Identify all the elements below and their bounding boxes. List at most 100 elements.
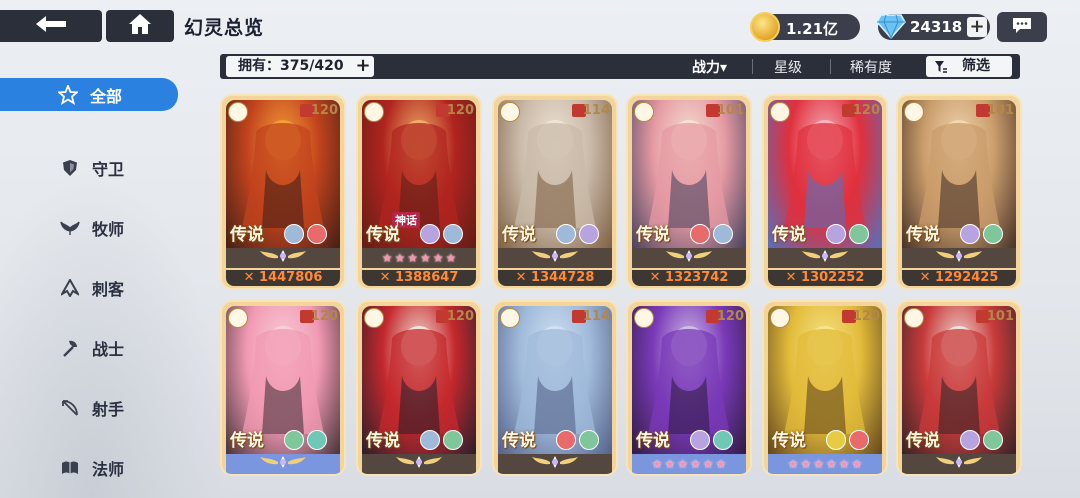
- element-badge-icon: [284, 430, 304, 450]
- star-icon: ★: [690, 457, 701, 471]
- class-icon: [500, 308, 520, 328]
- hero-level: 120: [446, 103, 474, 118]
- rarity-label: 传说: [366, 431, 400, 451]
- owned-count-text: 拥有：375/420: [238, 58, 344, 74]
- hero-silhouette: [514, 326, 596, 434]
- wing-star-icon: [664, 248, 714, 268]
- hero-card[interactable]: 120 传说 ★ ★ ★ ★ ★ ★: [626, 300, 752, 476]
- gold-value: 1.21亿: [786, 20, 839, 38]
- element-badge-icon: [443, 224, 463, 244]
- element-badges: [284, 224, 330, 244]
- combat-power: ✕ 1323742: [632, 270, 746, 286]
- class-icon: [500, 102, 520, 122]
- gold-resource: 1.21亿: [750, 12, 860, 42]
- element-badge-icon: [420, 224, 440, 244]
- sidebar-item-assassin[interactable]: 刺客: [0, 258, 180, 318]
- filter-bar: 拥有：375/420 + 战力▾ 星级 稀有度 筛选: [220, 54, 1020, 79]
- hero-silhouette: [784, 326, 866, 434]
- add-gems-button[interactable]: +: [967, 17, 987, 37]
- star-rank: ★ ★ ★ ★ ★ ★: [632, 454, 746, 474]
- hero-silhouette: [242, 326, 324, 434]
- combat-power: ✕ 1388647: [362, 270, 476, 286]
- element-badge-icon: [443, 430, 463, 450]
- sidebar-item-guardian[interactable]: 守卫: [0, 138, 180, 198]
- element-badge-icon: [849, 224, 869, 244]
- hero-card[interactable]: 114 传说: [492, 300, 618, 476]
- hero-card[interactable]: 120 传说: [356, 300, 482, 476]
- hero-card[interactable]: 120 神话 传说 ★ ★ ★ ★ ★ ★ ✕ 1388647: [356, 94, 482, 290]
- class-icon: [634, 102, 654, 122]
- gem-resource: 24318 +: [876, 14, 990, 40]
- chat-button[interactable]: [997, 12, 1047, 42]
- element-badge-icon: [826, 224, 846, 244]
- shield-icon: [60, 158, 80, 178]
- hero-level: 101: [716, 103, 744, 118]
- star-icon: ★: [787, 457, 799, 471]
- hero-card[interactable]: 120 传说 ★ ★ ★ ★ ★ ★: [762, 300, 888, 476]
- element-badges: [960, 224, 1006, 244]
- star-icon: ★: [420, 251, 431, 265]
- gold-coin-icon: [750, 12, 780, 42]
- combat-power: ✕ 1302252: [768, 270, 882, 286]
- star-icon: ★: [715, 457, 727, 471]
- sidebar-item-priest[interactable]: 牧师: [0, 198, 180, 258]
- rarity-label: 传说: [230, 431, 264, 451]
- combat-power: ✕ 1344728: [498, 270, 612, 286]
- hero-level: 120: [716, 309, 744, 324]
- star-icon: ★: [407, 251, 418, 265]
- hero-silhouette: [784, 120, 866, 228]
- priest-wing-icon: [60, 218, 80, 238]
- star-icon: ★: [826, 457, 837, 471]
- page-title: 幻灵总览: [184, 17, 265, 39]
- sidebar-item-label: 战士: [92, 340, 125, 359]
- divider: [830, 59, 831, 74]
- star-outline-icon: [58, 84, 78, 105]
- star-icon: ★: [677, 457, 688, 471]
- hero-card[interactable]: 120 传说: [220, 300, 346, 476]
- hero-level: 120: [310, 103, 338, 118]
- star-rank: [498, 248, 612, 268]
- top-bar: 幻灵总览 1.21亿 24318 +: [0, 0, 1080, 52]
- sidebar-item-all[interactable]: 全部: [0, 78, 178, 111]
- back-button[interactable]: [0, 10, 102, 42]
- hero-level: 120: [852, 103, 880, 118]
- hero-card[interactable]: 101 传说 ✕ 1292425: [896, 94, 1022, 290]
- rarity-label: 传说: [636, 225, 670, 245]
- element-badges: [420, 430, 466, 450]
- expand-slots-button[interactable]: +: [354, 56, 372, 77]
- sidebar-item-archer[interactable]: 射手: [0, 378, 180, 438]
- element-badges: [690, 224, 736, 244]
- star-icon: ★: [851, 457, 863, 471]
- hero-card[interactable]: 114 传说 ✕ 1344728: [492, 94, 618, 290]
- hero-level: 114: [582, 309, 610, 324]
- sidebar-item-label: 法师: [92, 460, 125, 479]
- sort-by-power[interactable]: 战力▾: [692, 57, 727, 77]
- star-rank: [768, 248, 882, 268]
- filter-button[interactable]: 筛选: [926, 56, 1012, 77]
- hero-card[interactable]: 101 传说 ✕ 1323742: [626, 94, 752, 290]
- wing-star-icon: [530, 454, 580, 474]
- hero-card[interactable]: 120 传说 ✕ 1302252: [762, 94, 888, 290]
- element-badge-icon: [826, 430, 846, 450]
- wing-star-icon: [530, 248, 580, 268]
- star-icon: ★: [800, 457, 812, 471]
- sort-by-star[interactable]: 星级: [774, 57, 802, 77]
- sort-by-rarity[interactable]: 稀有度: [850, 57, 892, 77]
- hero-silhouette: [242, 120, 324, 228]
- hero-level: 101: [986, 309, 1014, 324]
- hero-card[interactable]: 101 传说: [896, 300, 1022, 476]
- element-badge-icon: [556, 430, 576, 450]
- sidebar-item-label: 全部: [90, 86, 123, 106]
- home-button[interactable]: [106, 10, 174, 42]
- sidebar-item-mage[interactable]: 法师: [0, 438, 180, 498]
- sidebar-item-warrior[interactable]: 战士: [0, 318, 180, 378]
- rarity-label: 传说: [636, 431, 670, 451]
- class-icon: [770, 308, 790, 328]
- hero-level: 120: [446, 309, 474, 324]
- home-icon: [128, 13, 152, 39]
- star-rank: ★ ★ ★ ★ ★ ★: [768, 454, 882, 474]
- chat-bubble-icon: [1011, 16, 1033, 38]
- hero-silhouette: [918, 120, 1000, 228]
- hero-card[interactable]: 120 传说 ✕ 1447806: [220, 94, 346, 290]
- rarity-label: 传说: [502, 431, 536, 451]
